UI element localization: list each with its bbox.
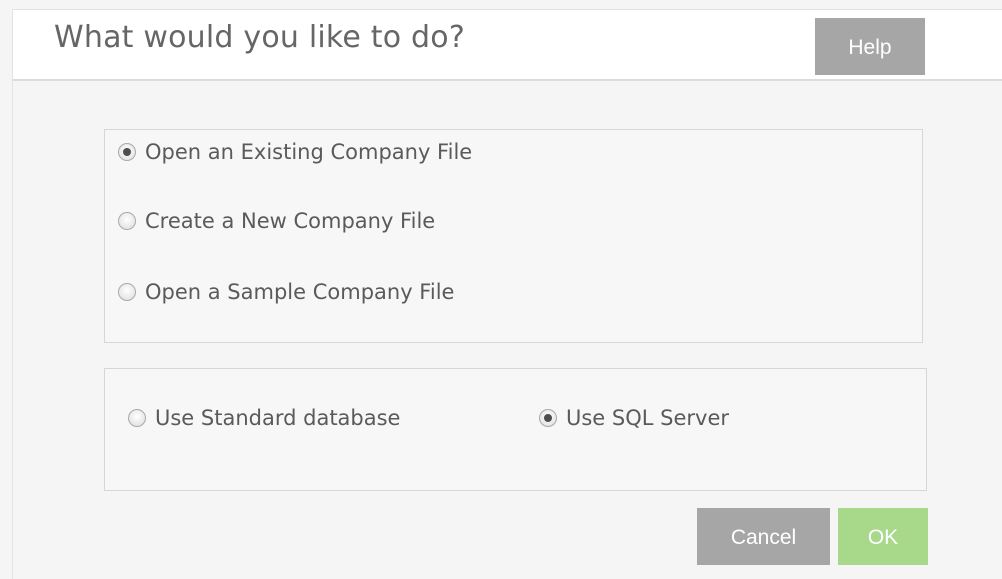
radio-button-unchecked[interactable] — [118, 212, 136, 230]
option-label: Use Standard database — [155, 406, 401, 430]
help-button[interactable]: Help — [815, 18, 925, 75]
option-open-sample-company-file[interactable]: Open a Sample Company File — [118, 280, 454, 304]
dialog-header: What would you like to do? Help — [12, 9, 1002, 81]
radio-button-unchecked[interactable] — [118, 283, 136, 301]
cancel-button[interactable]: Cancel — [697, 508, 830, 565]
option-open-existing-company-file[interactable]: Open an Existing Company File — [118, 140, 472, 164]
dialog-title: What would you like to do? — [54, 20, 465, 55]
option-label: Open a Sample Company File — [145, 280, 455, 304]
option-label: Use SQL Server — [566, 406, 730, 430]
option-create-new-company-file[interactable]: Create a New Company File — [118, 209, 435, 233]
radio-button-checked[interactable] — [118, 143, 136, 161]
radio-button-unchecked[interactable] — [128, 409, 146, 427]
ok-button[interactable]: OK — [838, 508, 928, 565]
option-use-sql-server[interactable]: Use SQL Server — [539, 406, 729, 430]
option-label: Open an Existing Company File — [145, 140, 473, 164]
option-label: Create a New Company File — [145, 209, 436, 233]
radio-button-checked[interactable] — [539, 409, 557, 427]
option-use-standard-database[interactable]: Use Standard database — [128, 406, 400, 430]
